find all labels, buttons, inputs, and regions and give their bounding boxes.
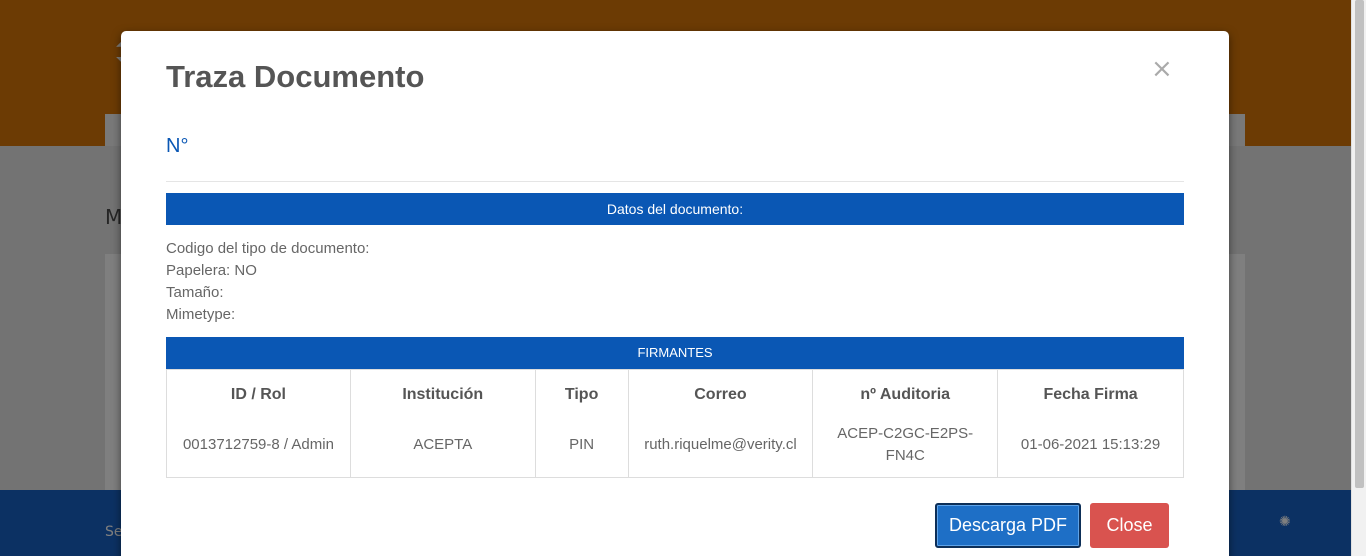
meta-codigo: Codigo del tipo de documento:	[166, 240, 370, 257]
close-icon[interactable]: ×	[1151, 55, 1173, 83]
divider	[166, 181, 1184, 182]
col-header-id-rol: ID / Rol	[166, 369, 351, 414]
col-header-correo: Correo	[627, 369, 814, 414]
document-metadata: Codigo del tipo de documento: Papelera: …	[166, 238, 369, 326]
col-header-tipo: Tipo	[534, 369, 629, 414]
meta-tamano: Tamaño:	[166, 284, 224, 301]
firmantes-section-header: FIRMANTES	[166, 337, 1184, 369]
cell-auditoria: ACEP-C2GC-E2PS-FN4C	[812, 413, 999, 478]
datos-section-header: Datos del documento:	[166, 193, 1184, 225]
document-number: N°	[166, 135, 189, 157]
cell-tipo: PIN	[534, 413, 629, 478]
col-header-institucion: Institución	[349, 369, 536, 414]
descarga-pdf-button[interactable]: Descarga PDF	[935, 503, 1081, 548]
close-button[interactable]: Close	[1090, 503, 1169, 548]
table-row: 0013712759-8 / Admin ACEPTA PIN ruth.riq…	[166, 413, 1184, 478]
page-scrollbar[interactable]	[1351, 0, 1366, 556]
col-header-auditoria: nº Auditoria	[812, 369, 999, 414]
meta-mimetype: Mimetype:	[166, 306, 236, 323]
cell-institucion: ACEPTA	[349, 413, 536, 478]
scrollbar-thumb[interactable]	[1355, 0, 1364, 488]
meta-papelera: Papelera: NO	[166, 262, 257, 279]
firmantes-table: ID / Rol Institución Tipo Correo nº Audi…	[166, 369, 1184, 478]
cell-correo: ruth.riquelme@verity.cl	[627, 413, 814, 478]
cell-id-rol: 0013712759-8 / Admin	[166, 413, 351, 478]
cell-fecha-firma: 01-06-2021 15:13:29	[997, 413, 1184, 478]
modal-title: Traza Documento	[166, 59, 425, 94]
col-header-fecha-firma: Fecha Firma	[997, 369, 1184, 414]
traza-documento-modal: Traza Documento × N° Datos del documento…	[121, 31, 1229, 556]
table-header-row: ID / Rol Institución Tipo Correo nº Audi…	[166, 369, 1184, 414]
